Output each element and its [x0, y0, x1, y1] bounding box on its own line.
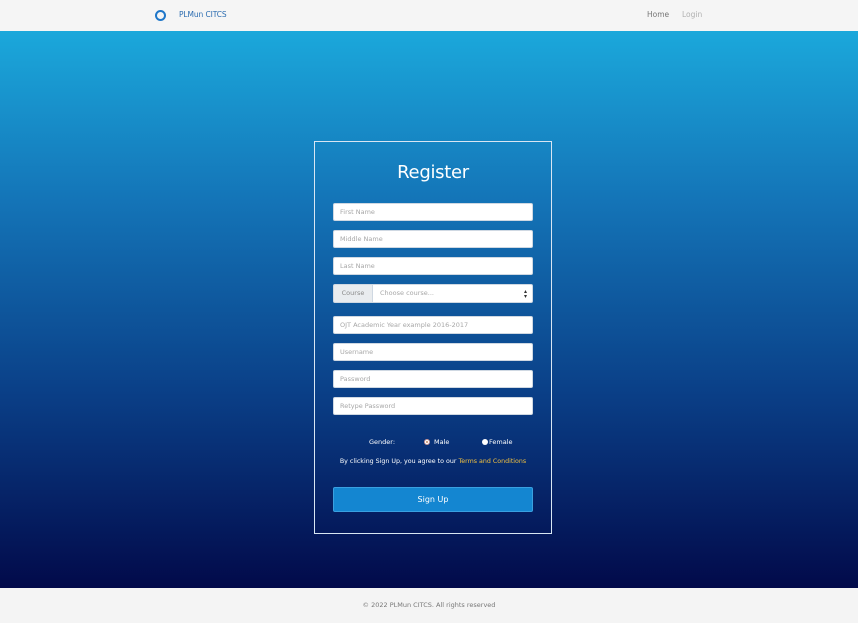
middle-name-input[interactable] [333, 230, 533, 248]
last-name-input[interactable] [333, 257, 533, 275]
top-navbar: PLMun CITCS Home Login [0, 0, 858, 31]
select-caret-icon: ▴ ▾ [523, 288, 527, 300]
register-title: Register [397, 162, 469, 183]
course-addon-label: Course [333, 284, 373, 303]
hero-background: Register Course Choose course... ▴▾ Gend… [0, 31, 858, 588]
brand-name[interactable]: PLMun CITCS [179, 10, 227, 19]
sign-up-button[interactable]: Sign Up [333, 487, 533, 512]
username-input[interactable] [333, 343, 533, 361]
gender-group: Gender: Male Female [333, 437, 533, 449]
nav-home-link[interactable]: Home [647, 10, 669, 19]
course-selected-value: Choose course... [380, 289, 434, 297]
gender-female-radio[interactable] [482, 439, 488, 445]
terms-prefix: By clicking Sign Up, you agree to our [339, 458, 457, 465]
terms-link[interactable]: Terms and Conditions [458, 458, 526, 465]
gender-label: Gender: [369, 438, 396, 446]
first-name-input[interactable] [333, 203, 533, 221]
password-input[interactable] [333, 370, 533, 388]
register-card: Register Course Choose course... ▴▾ Gend… [314, 141, 552, 534]
footer: © 2022 PLMun CITCS. All rights reserved [0, 588, 858, 623]
brand-logo-icon[interactable] [155, 10, 166, 21]
course-select[interactable]: Choose course... ▴ ▾ [372, 284, 533, 303]
retype-password-input[interactable] [333, 397, 533, 415]
course-select-group: Course Choose course... ▴ ▾ [333, 284, 533, 303]
gender-male-radio[interactable] [424, 439, 430, 445]
terms-notice: By clicking Sign Up, you agree to our Te… [315, 458, 551, 465]
ojt-year-input[interactable] [333, 316, 533, 334]
nav-login-link[interactable]: Login [682, 10, 702, 19]
gender-female-label[interactable]: Female [489, 438, 513, 446]
footer-copyright: © 2022 PLMun CITCS. All rights reserved [362, 601, 496, 609]
gender-male-label[interactable]: Male [434, 438, 449, 446]
